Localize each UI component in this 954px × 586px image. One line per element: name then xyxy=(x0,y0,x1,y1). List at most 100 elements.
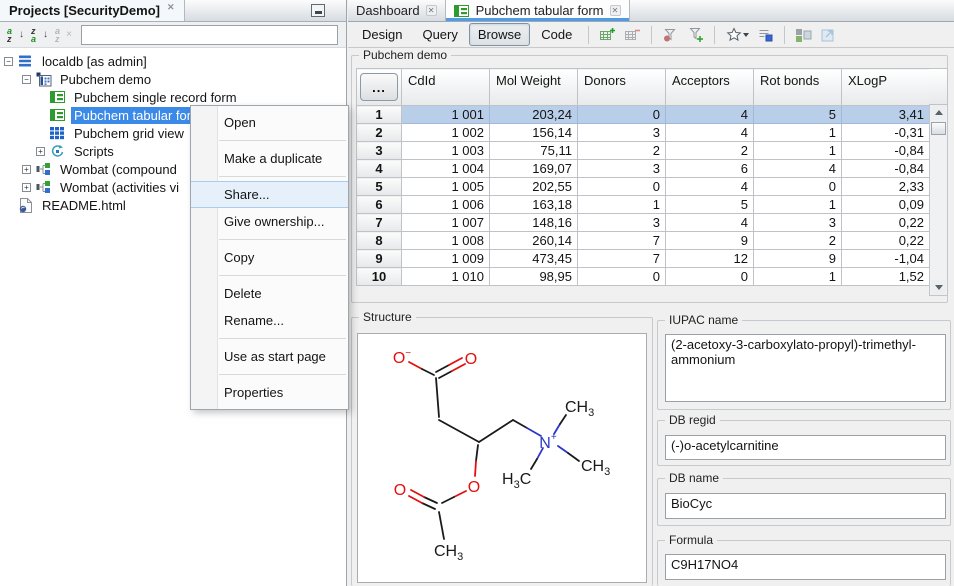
table-cell[interactable]: 2 xyxy=(578,142,666,160)
table-cell[interactable]: 9 xyxy=(754,250,842,268)
scroll-up-button[interactable] xyxy=(931,105,946,120)
table-cell[interactable]: 0,22 xyxy=(842,232,930,250)
table-cell[interactable]: 148,16 xyxy=(490,214,578,232)
close-icon[interactable]: ✕ xyxy=(610,5,621,16)
table-cell[interactable]: 1 003 xyxy=(402,142,490,160)
table-cell[interactable]: 3,41 xyxy=(842,106,930,124)
tree-item-label[interactable]: Wombat (compound xyxy=(57,161,180,178)
table-cell[interactable]: 202,55 xyxy=(490,178,578,196)
table-cell[interactable]: 7 xyxy=(578,232,666,250)
table-cell[interactable]: 5 xyxy=(754,106,842,124)
table-cell[interactable]: 260,14 xyxy=(490,232,578,250)
sort-ascending-button[interactable]: a z ↓ xyxy=(5,26,25,44)
table-cell[interactable]: 2 xyxy=(754,232,842,250)
tree-item-label[interactable]: Pubchem single record form xyxy=(71,89,240,106)
menu-item-make-a-duplicate[interactable]: Make a duplicate xyxy=(191,145,348,172)
code-mode-button[interactable]: Code xyxy=(532,23,581,46)
tree-item-localdb[interactable]: − localdb [as admin] xyxy=(0,52,346,70)
row-number[interactable]: 6 xyxy=(357,196,402,214)
table-cell[interactable]: 0 xyxy=(754,178,842,196)
table-cell[interactable]: 1 xyxy=(754,196,842,214)
tree-item-label[interactable]: Scripts xyxy=(71,143,117,160)
menu-item-rename[interactable]: Rename... xyxy=(191,307,348,334)
delete-row-button[interactable] xyxy=(621,25,644,45)
table-cell[interactable]: -0,31 xyxy=(842,124,930,142)
db-name-field[interactable]: BioCyc xyxy=(665,493,946,519)
tab-dashboard[interactable]: Dashboard ✕ xyxy=(348,0,446,21)
close-icon[interactable]: ✕ xyxy=(167,3,175,12)
table-cell[interactable]: 0 xyxy=(578,268,666,286)
scroll-down-button[interactable] xyxy=(931,280,946,295)
table-cell[interactable]: 0,22 xyxy=(842,214,930,232)
tree-item-label[interactable]: Wombat (activities vi xyxy=(57,179,182,196)
scrollbar-track[interactable] xyxy=(929,105,948,296)
tree-item-pubchem-single-record-form[interactable]: Pubchem single record form xyxy=(0,88,346,106)
query-mode-button[interactable]: Query xyxy=(413,23,466,46)
menu-item-open[interactable]: Open xyxy=(191,109,348,136)
table-cell[interactable]: 3 xyxy=(578,124,666,142)
table-cell[interactable]: 0 xyxy=(578,106,666,124)
add-row-button[interactable] xyxy=(596,25,619,45)
tab-projects[interactable]: Projects [SecurityDemo] ✕ xyxy=(0,0,185,21)
table-cell[interactable]: 6 xyxy=(666,160,754,178)
column-header-acceptors[interactable]: Acceptors xyxy=(666,69,754,106)
expand-icon[interactable]: + xyxy=(22,165,31,174)
table-cell[interactable]: 0,09 xyxy=(842,196,930,214)
row-number[interactable]: 10 xyxy=(357,268,402,286)
table-cell[interactable]: 3 xyxy=(754,214,842,232)
table-cell[interactable]: -0,84 xyxy=(842,160,930,178)
collapse-icon[interactable]: − xyxy=(22,75,31,84)
expand-icon[interactable]: + xyxy=(22,183,31,192)
table-cell[interactable]: 1 xyxy=(754,268,842,286)
close-icon[interactable]: ✕ xyxy=(426,5,437,16)
table-cell[interactable]: 1 xyxy=(578,196,666,214)
filter-add-button[interactable] xyxy=(684,25,707,45)
table-cell[interactable]: 1 004 xyxy=(402,160,490,178)
table-cell[interactable]: 0 xyxy=(666,268,754,286)
design-mode-button[interactable]: Design xyxy=(353,23,411,46)
table-cell[interactable]: 9 xyxy=(666,232,754,250)
table-cell[interactable]: 2 xyxy=(666,142,754,160)
table-cell[interactable]: 98,95 xyxy=(490,268,578,286)
expand-icon[interactable]: + xyxy=(36,147,45,156)
table-cell[interactable]: 4 xyxy=(666,178,754,196)
column-header-rot-bonds[interactable]: Rot bonds xyxy=(754,69,842,106)
column-options-button[interactable]: ... xyxy=(360,73,398,101)
clear-sort-button[interactable]: a z × xyxy=(53,26,73,44)
menu-item-share[interactable]: Share... xyxy=(191,181,348,208)
row-number[interactable]: 9 xyxy=(357,250,402,268)
column-header-cdid[interactable]: CdId xyxy=(402,69,490,106)
table-cell[interactable]: 203,24 xyxy=(490,106,578,124)
iupac-name-field[interactable]: (2-acetoxy-3-carboxylato-propyl)-trimeth… xyxy=(665,334,946,402)
table-cell[interactable]: -1,04 xyxy=(842,250,930,268)
table-cell[interactable]: 163,18 xyxy=(490,196,578,214)
db-regid-field[interactable]: (-)o-acetylcarnitine xyxy=(665,435,946,460)
layout-widgets-button[interactable] xyxy=(792,25,815,45)
table-cell[interactable]: 473,45 xyxy=(490,250,578,268)
row-number[interactable]: 7 xyxy=(357,214,402,232)
table-cell[interactable]: 156,14 xyxy=(490,124,578,142)
formula-field[interactable]: C9H17NO4 xyxy=(665,554,946,580)
table-cell[interactable]: 4 xyxy=(666,214,754,232)
table-cell[interactable]: 12 xyxy=(666,250,754,268)
row-number[interactable]: 3 xyxy=(357,142,402,160)
table-cell[interactable]: 4 xyxy=(754,160,842,178)
filter-remove-button[interactable] xyxy=(659,25,682,45)
table-cell[interactable]: 3 xyxy=(578,214,666,232)
sort-descending-button[interactable]: z a ↓ xyxy=(29,26,49,44)
table-cell[interactable]: 5 xyxy=(666,196,754,214)
menu-item-give-ownership[interactable]: Give ownership... xyxy=(191,208,348,235)
table-cell[interactable]: 75,11 xyxy=(490,142,578,160)
row-number[interactable]: 4 xyxy=(357,160,402,178)
table-cell[interactable]: 1 002 xyxy=(402,124,490,142)
table-cell[interactable]: 1 005 xyxy=(402,178,490,196)
menu-item-properties[interactable]: Properties xyxy=(191,379,348,406)
menu-item-copy[interactable]: Copy xyxy=(191,244,348,271)
menu-item-delete[interactable]: Delete xyxy=(191,280,348,307)
favorites-star-button[interactable] xyxy=(722,25,752,45)
table-cell[interactable]: 1 008 xyxy=(402,232,490,250)
structure-canvas[interactable]: O− O N+ CH3 CH3 H3C O O CH3 xyxy=(357,333,647,583)
tree-item-label[interactable]: Pubchem grid view xyxy=(71,125,187,142)
row-number[interactable]: 5 xyxy=(357,178,402,196)
table-cell[interactable]: 0 xyxy=(578,178,666,196)
